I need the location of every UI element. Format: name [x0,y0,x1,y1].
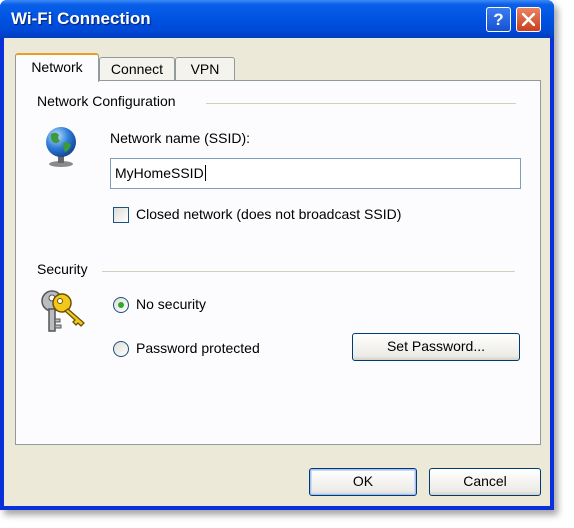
group-divider [102,271,515,272]
ssid-label: Network name (SSID): [110,130,251,146]
text-caret [204,165,206,181]
no-security-label[interactable]: No security [136,296,206,312]
group-divider [206,103,516,104]
tab-network[interactable]: Network [15,53,99,82]
radio-selected-dot [118,302,124,308]
password-protected-radio[interactable] [113,341,129,357]
ok-button[interactable]: OK [309,468,417,496]
closed-network-checkbox[interactable] [113,207,129,223]
security-group-label: Security [37,261,88,277]
cancel-button[interactable]: Cancel [429,468,541,496]
set-password-button[interactable]: Set Password... [352,333,520,361]
title-bar[interactable]: Wi-Fi Connection ? [0,0,554,38]
network-configuration-group-label: Network Configuration [37,93,176,109]
network-tab-panel: Network Configuration Network name (SSID… [15,80,541,445]
tab-vpn[interactable]: VPN [175,57,235,81]
no-security-radio[interactable] [113,297,129,313]
help-button[interactable]: ? [486,7,511,32]
close-button[interactable] [516,7,541,32]
window-title: Wi-Fi Connection [11,9,151,28]
closed-network-label[interactable]: Closed network (does not broadcast SSID) [136,206,401,222]
password-protected-label[interactable]: Password protected [136,340,260,356]
ssid-input-value: MyHomeSSID [115,165,204,181]
close-icon [522,13,535,26]
tab-connect[interactable]: Connect [99,57,175,81]
keys-icon [41,290,85,332]
globe-icon [46,127,76,167]
dialog-client-area: Network Connect VPN Network Configuratio… [4,38,550,506]
ssid-input[interactable]: MyHomeSSID [110,158,521,189]
wifi-connection-dialog: Wi-Fi Connection ? Network Connect VPN N… [0,0,554,510]
